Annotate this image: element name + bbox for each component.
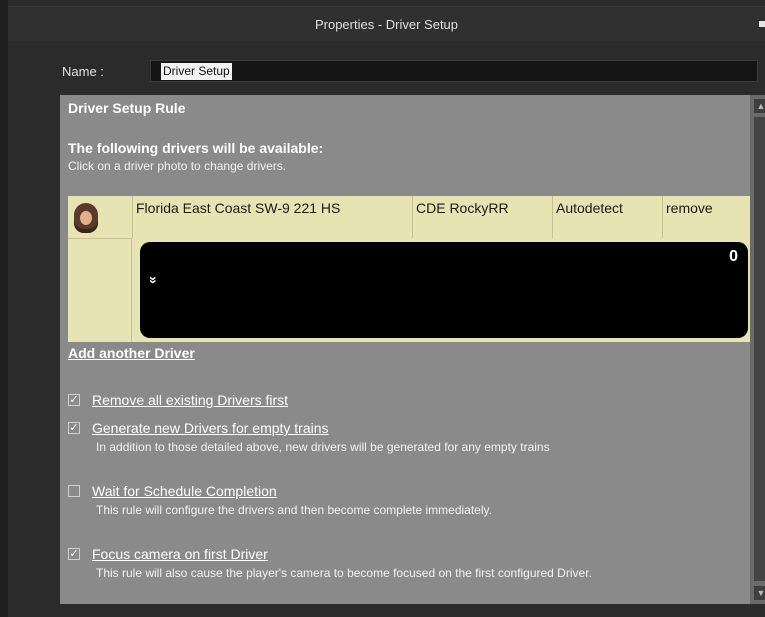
driver-link[interactable]: CDE RockyRR xyxy=(412,196,553,238)
add-driver-link[interactable]: Add another Driver xyxy=(68,345,195,361)
option-label-wait-schedule[interactable]: Wait for Schedule Completion xyxy=(92,483,692,499)
mode-link[interactable]: Autodetect xyxy=(552,196,663,238)
window-title: Properties - Driver Setup xyxy=(314,17,459,32)
rule-title: Driver Setup Rule xyxy=(68,100,186,116)
option-desc-generate-new: In addition to those detailed above, new… xyxy=(96,440,550,454)
scroll-down-icon[interactable]: ▼ xyxy=(754,586,765,600)
resize-handle-icon[interactable] xyxy=(759,21,765,27)
option-label-focus-camera[interactable]: Focus camera on first Driver xyxy=(92,546,692,562)
mode-value: Autodetect xyxy=(556,200,623,216)
name-label: Name : xyxy=(62,64,104,79)
train-name: Florida East Coast SW-9 221 HS xyxy=(136,200,341,216)
driver-photo-cell[interactable] xyxy=(68,196,133,238)
scroll-thumb[interactable] xyxy=(754,117,765,581)
option-label-remove-existing[interactable]: Remove all existing Drivers first xyxy=(92,392,692,408)
driver-name: CDE RockyRR xyxy=(416,200,509,216)
title-bar[interactable]: Properties - Driver Setup xyxy=(8,6,765,41)
checkbox-focus-camera[interactable]: ✓ xyxy=(68,548,80,560)
train-link[interactable]: Florida East Coast SW-9 221 HS xyxy=(132,196,413,238)
expand-cell xyxy=(68,238,132,342)
rule-panel: Driver Setup Rule The following drivers … xyxy=(60,95,765,604)
option-label-generate-new[interactable]: Generate new Drivers for empty trains xyxy=(92,420,692,436)
option-desc-focus-camera: This rule will also cause the player's c… xyxy=(96,566,592,580)
checkbox-wait-schedule[interactable] xyxy=(68,485,80,497)
checkbox-remove-existing[interactable]: ✓ xyxy=(68,394,80,406)
driver-table: Florida East Coast SW-9 221 HS CDE Rocky… xyxy=(68,196,750,342)
driver-hint: Click on a driver photo to change driver… xyxy=(68,159,287,173)
name-input[interactable]: Driver Setup xyxy=(150,60,758,82)
driver-row: Florida East Coast SW-9 221 HS CDE Rocky… xyxy=(68,196,750,238)
checkbox-generate-new[interactable]: ✓ xyxy=(68,422,80,434)
panel-scrollbar[interactable]: ▲ ▼ xyxy=(750,95,765,604)
driver-details-box: 0 » xyxy=(140,242,748,338)
remove-label: remove xyxy=(666,200,713,216)
driver-face-icon xyxy=(80,211,92,225)
driver-photo-avatar[interactable] xyxy=(74,203,98,233)
properties-window: Properties - Driver Setup Name : Driver … xyxy=(8,0,765,617)
scroll-up-icon[interactable]: ▲ xyxy=(754,99,765,113)
option-desc-wait-schedule: This rule will configure the drivers and… xyxy=(96,503,492,517)
available-heading: The following drivers will be available: xyxy=(68,140,324,156)
driver-count: 0 xyxy=(729,248,738,265)
remove-link[interactable]: remove xyxy=(662,196,750,238)
name-input-value: Driver Setup xyxy=(161,63,232,80)
expand-chevron-icon[interactable]: » xyxy=(146,276,162,284)
